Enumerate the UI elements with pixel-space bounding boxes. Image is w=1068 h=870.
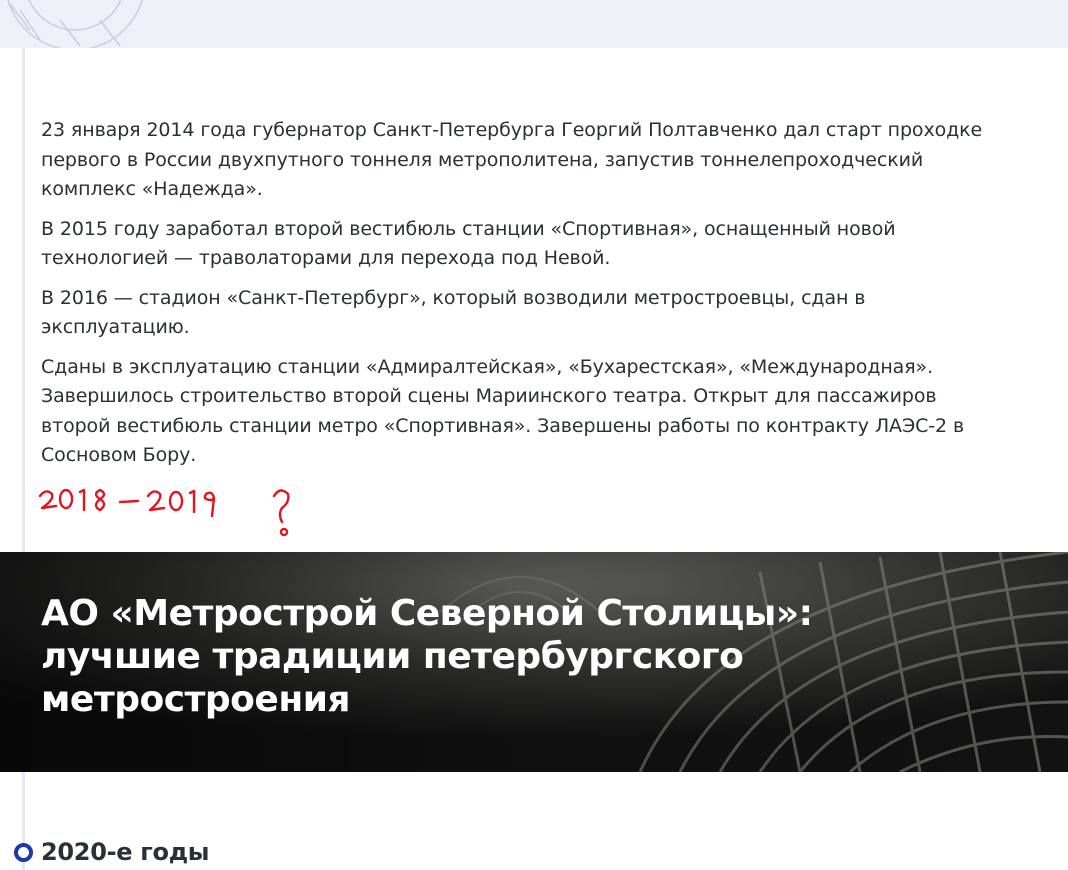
timeline-dot-icon (14, 842, 33, 862)
company-banner: АО «Метрострой Северной Столицы»: лучшие… (0, 552, 1068, 772)
paragraph-2014: 23 января 2014 года губернатор Санкт-Пет… (41, 119, 983, 200)
banner-title: АО «Метрострой Северной Столицы»: лучшие… (41, 593, 813, 720)
top-decorative-band (0, 0, 1068, 48)
decade-heading: 2020-е годы (41, 838, 210, 866)
paragraph-2015: В 2015 году заработал второй вестибюль с… (41, 217, 896, 270)
paragraph-2016: В 2016 — стадион «Санкт-Петербург», кото… (41, 286, 866, 339)
metro-emblem-decoration (7, 0, 143, 48)
paragraph-completed-projects: Сданы в эксплуатацию станции «Адмиралтей… (41, 355, 965, 467)
timeline-decade-marker: 2020-е годы (14, 838, 210, 866)
handwritten-annotation (38, 488, 290, 537)
history-text-block: 23 января 2014 года губернатор Санкт-Пет… (41, 116, 1001, 481)
